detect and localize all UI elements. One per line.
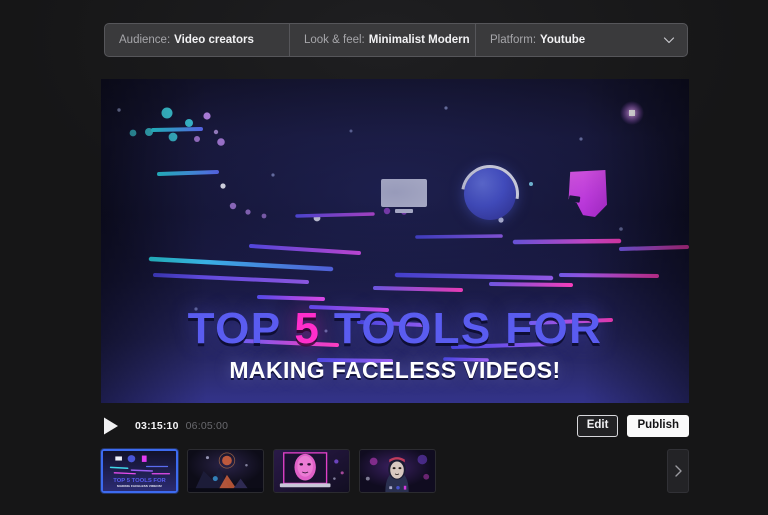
- play-icon[interactable]: [102, 416, 120, 436]
- monitor-icon: [381, 179, 427, 210]
- video-subheadline: MAKING FACELESS VIDEOS!: [101, 357, 689, 384]
- video-headline: TOP 5 TOOLS FOR: [101, 307, 689, 351]
- chevron-right-icon: [673, 464, 683, 478]
- chevron-down-icon[interactable]: [663, 34, 674, 45]
- time-display: 03:15:10 06:05:00: [135, 420, 228, 432]
- headline-highlight: 5: [294, 304, 320, 353]
- platform-value: Youtube: [540, 34, 585, 46]
- look-and-feel-value: Minimalist Modern: [369, 34, 470, 46]
- thumbnail-3[interactable]: [273, 449, 350, 493]
- svg-text:MAKING FACELESS VIDEOS!: MAKING FACELESS VIDEOS!: [117, 484, 162, 488]
- audience-label: Audience:: [119, 34, 170, 46]
- platform-segment[interactable]: Platform: Youtube: [475, 24, 687, 56]
- publish-button[interactable]: Publish: [627, 415, 689, 438]
- current-time: 03:15:10: [135, 420, 179, 432]
- blob-icon: [567, 170, 607, 217]
- audience-value: Video creators: [174, 34, 254, 46]
- headline-before: TOP: [188, 304, 295, 353]
- prompt-control-bar: Audience: Video creators Look & feel: Mi…: [104, 23, 688, 57]
- thumbnail-strip: TOP 5 TOOLS FOR MAKING FACELESS VIDEOS!: [101, 448, 689, 494]
- total-time: 06:05:00: [186, 420, 228, 432]
- platform-label: Platform:: [490, 34, 536, 46]
- headline-after: TOOLS FOR: [320, 304, 602, 353]
- edit-button[interactable]: Edit: [577, 415, 619, 438]
- sphere-icon: [464, 168, 516, 220]
- svg-text:TOP 5 TOOLS FOR: TOP 5 TOOLS FOR: [113, 478, 166, 484]
- thumbnail-4[interactable]: [359, 449, 436, 493]
- transport-bar: 03:15:10 06:05:00 Edit Publish: [101, 412, 689, 440]
- action-buttons: Edit Publish: [577, 415, 689, 438]
- thumbnail-2[interactable]: [187, 449, 264, 493]
- thumbnail-1[interactable]: TOP 5 TOOLS FOR MAKING FACELESS VIDEOS!: [101, 449, 178, 493]
- look-and-feel-segment[interactable]: Look & feel: Minimalist Modern: [289, 24, 475, 56]
- video-title-overlay: TOP 5 TOOLS FOR MAKING FACELESS VIDEOS!: [101, 307, 689, 384]
- prompt-segments: Audience: Video creators Look & feel: Mi…: [104, 23, 688, 57]
- next-thumbnails-button[interactable]: [667, 449, 689, 493]
- video-preview[interactable]: TOP 5 TOOLS FOR MAKING FACELESS VIDEOS!: [101, 79, 689, 403]
- audience-segment[interactable]: Audience: Video creators: [105, 24, 289, 56]
- look-and-feel-label: Look & feel:: [304, 34, 365, 46]
